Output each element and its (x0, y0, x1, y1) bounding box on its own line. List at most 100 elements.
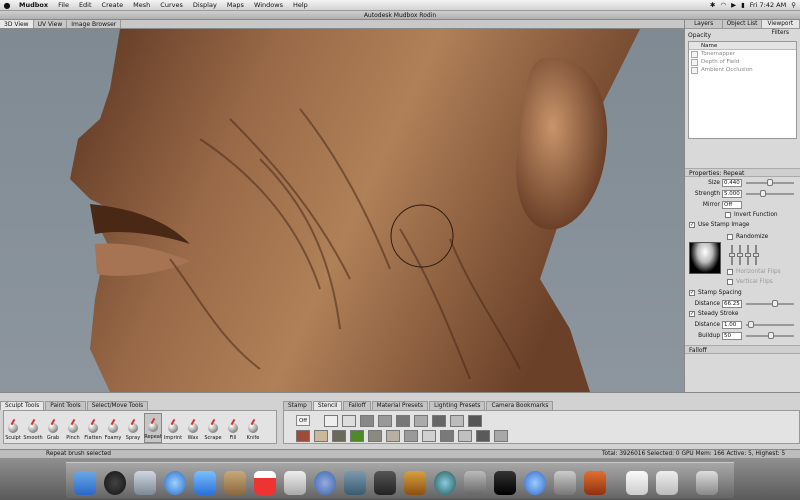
tool-knife[interactable]: Knife (244, 413, 262, 443)
tool-pinch[interactable]: Pinch (64, 413, 82, 443)
menu-create[interactable]: Create (97, 1, 129, 9)
tab-camera-bookmarks[interactable]: Camera Bookmarks (486, 401, 554, 410)
strength-field[interactable]: 5.000 (722, 189, 742, 198)
tab-stamp[interactable]: Stamp (283, 401, 312, 410)
documents-icon[interactable] (626, 471, 648, 495)
stencil-swatch[interactable] (422, 430, 436, 442)
volume-icon[interactable]: ▶ (731, 1, 736, 9)
mirror-dropdown[interactable]: Off (722, 200, 742, 209)
use-stamp-image-checkbox[interactable]: ✓ (689, 222, 695, 228)
tab-sculpt-tools[interactable]: Sculpt Tools (0, 401, 45, 410)
menu-mesh[interactable]: Mesh (128, 1, 155, 9)
stencil-swatch[interactable] (404, 430, 418, 442)
size-field[interactable]: 0.440 (722, 178, 742, 187)
tab-select-move-tools[interactable]: Select/Move Tools (86, 401, 149, 410)
tab-viewport-filters[interactable]: Viewport Filters (761, 20, 800, 36)
tool-fill[interactable]: Fill (224, 413, 242, 443)
safari-icon[interactable] (164, 471, 186, 495)
vertical-slider[interactable] (737, 245, 743, 265)
tool-scrape[interactable]: Scrape (204, 413, 222, 443)
stencil-swatch[interactable] (332, 430, 346, 442)
stencil-swatch[interactable] (450, 415, 464, 427)
system-preferences-icon[interactable] (464, 471, 486, 495)
tab-uv-view[interactable]: UV View (34, 20, 68, 28)
tool-imprint[interactable]: Imprint (164, 413, 182, 443)
menu-windows[interactable]: Windows (249, 1, 288, 9)
filter-checkbox[interactable] (691, 58, 698, 66)
preview-icon[interactable] (284, 471, 306, 495)
stencil-swatch[interactable] (476, 430, 490, 442)
tool-spray[interactable]: Spray (124, 413, 142, 443)
distance-slider[interactable] (746, 299, 794, 307)
stencil-swatch[interactable] (494, 430, 508, 442)
buildup-slider-knob[interactable] (767, 331, 774, 339)
iphoto-icon[interactable] (344, 471, 366, 495)
dashboard-icon[interactable] (104, 471, 126, 495)
distance-field[interactable]: 66.25 (722, 299, 742, 308)
tab-paint-tools[interactable]: Paint Tools (45, 401, 86, 410)
stencil-swatch[interactable] (440, 430, 454, 442)
mudbox-icon[interactable] (374, 471, 396, 495)
randomize-checkbox[interactable] (727, 234, 733, 240)
steady-distance-slider[interactable] (746, 320, 794, 328)
stencil-swatch[interactable] (458, 430, 472, 442)
menu-help[interactable]: Help (288, 1, 313, 9)
menu-curves[interactable]: Curves (155, 1, 188, 9)
tab-material-presets[interactable]: Material Presets (371, 401, 429, 410)
trash-icon[interactable] (696, 471, 718, 495)
steady-distance-field[interactable]: 1.00 (722, 320, 742, 329)
finder-icon[interactable] (74, 471, 96, 495)
stamp-image-preview[interactable] (689, 242, 721, 274)
stencil-swatch[interactable] (414, 415, 428, 427)
3d-viewport[interactable] (0, 29, 684, 392)
buildup-slider[interactable] (746, 331, 794, 339)
stamp-spacing-checkbox[interactable]: ✓ (689, 290, 695, 296)
filter-row[interactable]: Depth of Field (689, 58, 796, 66)
menu-display[interactable]: Display (188, 1, 222, 9)
filter-checkbox[interactable] (691, 66, 698, 74)
stencil-swatch[interactable] (468, 415, 482, 427)
vertical-slider[interactable] (753, 245, 759, 265)
time-machine-icon[interactable] (434, 471, 456, 495)
tool-wax[interactable]: Wax (184, 413, 202, 443)
tab-stencil[interactable]: Stencil (312, 401, 343, 410)
steady-stroke-checkbox[interactable]: ✓ (689, 311, 695, 317)
falloff-section[interactable]: Falloff (689, 347, 707, 354)
vertical-slider[interactable] (729, 245, 735, 265)
downloads-icon[interactable] (656, 471, 678, 495)
itunes-icon[interactable] (314, 471, 336, 495)
vertical-flips-checkbox[interactable] (727, 279, 733, 285)
tool-flatten[interactable]: Flatten (84, 413, 102, 443)
stamp-randomize-sliders[interactable] (729, 245, 796, 267)
tab-lighting-presets[interactable]: Lighting Presets (429, 401, 486, 410)
stencil-swatch[interactable] (432, 415, 446, 427)
wifi-icon[interactable]: ◠ (720, 1, 726, 9)
stencil-swatch[interactable] (324, 415, 338, 427)
horizontal-flips-checkbox[interactable] (727, 269, 733, 275)
sync-icon[interactable] (524, 471, 546, 495)
menu-mudbox[interactable]: Mudbox (14, 1, 53, 9)
spotlight-icon[interactable]: ⚲ (791, 1, 796, 9)
app-icon[interactable] (554, 471, 576, 495)
filter-row[interactable]: Ambient Occlusion (689, 66, 796, 74)
tab-layers[interactable]: Layers (685, 20, 724, 28)
garageband-icon[interactable] (404, 471, 426, 495)
filter-checkbox[interactable] (691, 50, 698, 58)
stencil-swatch[interactable] (314, 430, 328, 442)
stencil-swatch[interactable] (368, 430, 382, 442)
strength-slider-knob[interactable] (760, 189, 767, 197)
size-slider-knob[interactable] (767, 178, 774, 186)
bluetooth-icon[interactable]: ✱ (710, 1, 715, 9)
invert-function-checkbox[interactable] (725, 212, 731, 218)
tool-foamy[interactable]: Foamy (104, 413, 122, 443)
terminal-icon[interactable] (494, 471, 516, 495)
stencil-swatch[interactable] (296, 430, 310, 442)
menu-maps[interactable]: Maps (222, 1, 249, 9)
ical-icon[interactable] (254, 471, 276, 495)
tool-smooth[interactable]: Smooth (23, 413, 43, 443)
apple-icon[interactable]: ● (0, 1, 14, 10)
buildup-field[interactable]: 50 (722, 331, 742, 340)
distance-slider-knob[interactable] (772, 299, 779, 307)
mail-icon[interactable] (134, 471, 156, 495)
stencil-swatch[interactable] (378, 415, 392, 427)
